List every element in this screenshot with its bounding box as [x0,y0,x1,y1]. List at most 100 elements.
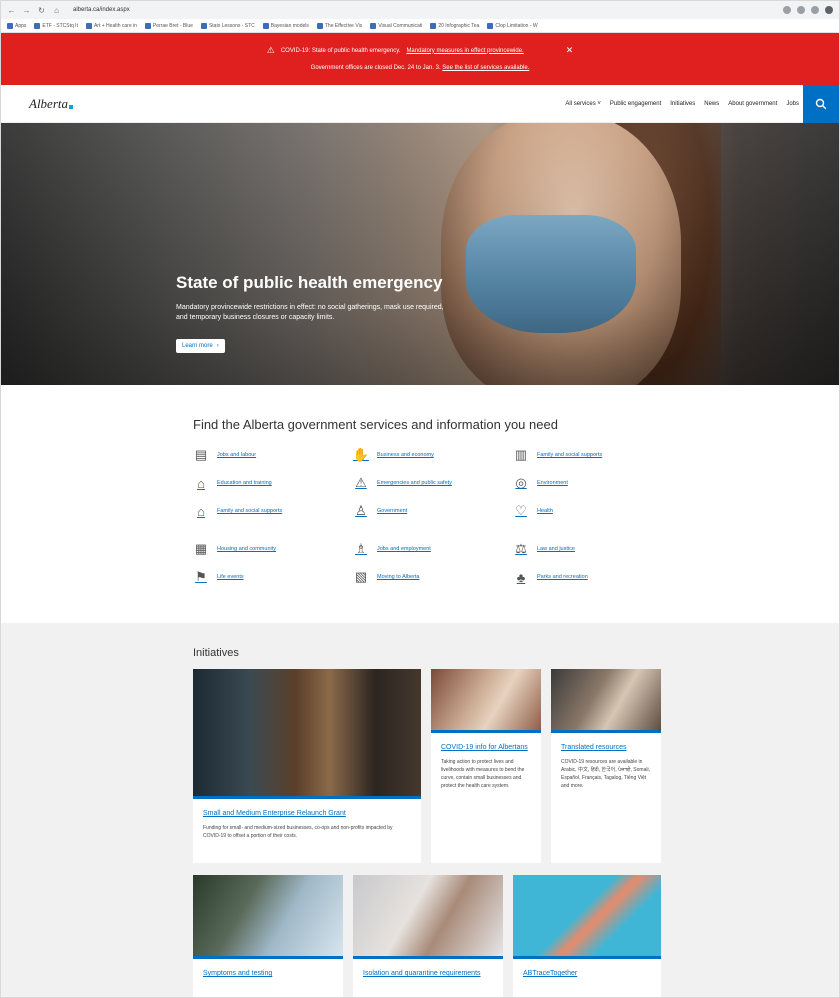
bookmark-item[interactable]: Clop Limitation - W [487,22,538,29]
recreation-icon: ♣ [516,569,526,585]
idcard-icon: ▤ [194,447,208,462]
hero-content: State of public health emergency Mandato… [176,273,456,353]
card-accent [193,956,343,959]
address-bar[interactable]: alberta.ca/index.aspx [67,5,136,15]
building-icon: ▥ [514,447,528,462]
bookmark-icon [200,22,207,29]
service-link[interactable]: ⚠ Emergencies and public safety [353,474,513,492]
bookmark-icon [487,22,494,29]
scales-icon: ⚖ [515,541,527,556]
card-title[interactable]: Isolation and quarantine requirements [363,969,493,978]
initiative-card-relaunch-grant[interactable]: Small and Medium Enterprise Relaunch Gra… [193,669,421,863]
nav-about-government[interactable]: About government [728,101,777,107]
browser-toolbar: ← → ↻ ⌂ alberta.ca/index.aspx [1,1,839,19]
card-image [193,875,343,959]
forward-icon[interactable]: → [22,6,31,15]
services-heading: Find the Alberta government services and… [193,417,558,432]
card-image [431,669,541,733]
service-link[interactable]: ⚖ Law and justice [513,540,673,558]
emergency-alert-banner: ⚠ COVID-19: State of public health emerg… [1,33,839,85]
service-link[interactable]: ▦ Housing and community [193,540,353,558]
bookmark-item[interactable]: ETF - STCStq It [34,22,78,29]
bookmark-item[interactable]: 20 Infographic Tea [430,22,479,29]
card-title[interactable]: ABTraceTogether [523,969,651,978]
hero-banner: State of public health emergency Mandato… [1,123,839,385]
extension-icon[interactable] [783,6,791,14]
main-nav: All services ˅ Public engagement Initiat… [565,101,799,107]
alert-text-secondary: Government offices are closed Dec. 24 to… [310,65,441,71]
service-link[interactable]: ▧ Moving to Alberta [353,568,513,586]
service-link[interactable]: ▤ Jobs and labour [193,446,353,464]
learn-more-button[interactable]: Learn more › [176,339,225,353]
back-icon[interactable]: ← [7,6,16,15]
extension-icon[interactable] [797,6,805,14]
service-link[interactable]: ♗ Jobs and employment [353,540,513,558]
services-grid: ▤ Jobs and labour ✋ Business and economy ▥… [193,446,839,520]
card-accent [193,796,421,799]
bookmark-item[interactable]: Bayesian models [262,22,309,29]
card-title[interactable]: Translated resources [561,743,651,752]
alberta-logo[interactable]: Alberta [29,96,73,112]
flag-icon: ⚑ [195,569,207,584]
nav-jobs[interactable]: Jobs [786,101,799,107]
warning-icon: ⚠ [266,45,275,55]
card-accent [513,956,661,959]
card-image [513,875,661,959]
initiative-card-isolation[interactable]: Isolation and quarantine requirements [353,875,503,997]
bookmark-item[interactable]: Visual Communicati [370,22,422,29]
card-accent [431,730,541,733]
home-icon[interactable]: ⌂ [52,6,61,15]
service-link[interactable]: ♣ Parks and recreation [513,568,673,586]
service-link[interactable]: ▥ Family and social supports [513,446,673,464]
alert-link[interactable]: Mandatory measures in effect provincewid… [406,48,523,54]
initiative-card-covid-info[interactable]: COVID-19 info for Albertans Taking actio… [431,669,541,863]
bookmark-item[interactable]: Perrae Bret - Blue [144,22,193,29]
profile-icon[interactable] [825,6,833,14]
site-header: Alberta All services ˅ Public engagement… [1,85,839,123]
nav-initiatives[interactable]: Initiatives [670,101,695,107]
close-icon[interactable]: ✕ [566,45,574,56]
house-icon: ⌂ [197,503,205,519]
service-link[interactable]: ✋ Business and economy [353,446,513,464]
initiative-card-symptoms-testing[interactable]: Symptoms and testing [193,875,343,997]
initiative-card-translated-resources[interactable]: Translated resources COVID-19 resources … [551,669,661,863]
nav-news[interactable]: News [704,101,719,107]
service-link[interactable]: ♡ Health [513,502,673,520]
initiatives-heading: Initiatives [193,647,239,659]
service-link[interactable]: ◎ Environment [513,474,673,492]
initiative-card-abtracetogether[interactable]: ABTraceTogether [513,875,661,997]
chevron-right-icon: › [216,343,219,349]
bookmark-icon [316,22,323,29]
nav-all-services[interactable]: All services ˅ [565,101,601,107]
initiatives-section: Initiatives Small and Medium Enterprise … [1,623,839,997]
bookmark-item[interactable]: Stats Lessons - STC [200,22,255,29]
nav-public-engagement[interactable]: Public engagement [610,101,661,107]
card-title[interactable]: Small and Medium Enterprise Relaunch Gra… [203,809,411,818]
card-title[interactable]: COVID-19 info for Albertans [441,743,531,752]
service-link[interactable]: ♙ Government [353,502,513,520]
search-button[interactable] [803,85,839,123]
service-link[interactable]: ⌂ Family and social supports [193,502,353,520]
worker-icon: ♗ [355,541,367,556]
card-image [353,875,503,959]
services-section: Find the Alberta government services and… [1,385,839,625]
bookmark-icon [34,22,41,29]
page: ← → ↻ ⌂ alberta.ca/index.aspx Apps ETF -… [0,0,840,998]
card-title[interactable]: Symptoms and testing [203,969,333,978]
service-link[interactable]: ⚑ Life events [193,568,353,586]
handshake-icon: ✋ [352,447,370,462]
alert-text: COVID-19: State of public health emergen… [280,47,401,54]
service-link[interactable]: ⌂ Education and training [193,474,353,492]
extension-icon[interactable] [811,6,819,14]
bookmark-icon [262,22,269,29]
bookmark-item[interactable]: Apps [7,22,26,29]
bookmark-item[interactable]: The Effective Vis [316,22,362,29]
bookmark-icon [144,22,151,29]
alert-link-secondary[interactable]: See the list of services available. [442,65,529,71]
reload-icon[interactable]: ↻ [37,6,46,15]
bookmark-icon [370,22,377,29]
bookmark-item[interactable]: Art + Health care in [85,22,137,29]
card-accent [551,730,661,733]
card-image [551,669,661,733]
bookmarks-bar: Apps ETF - STCStq It Art + Health care i… [1,19,839,33]
